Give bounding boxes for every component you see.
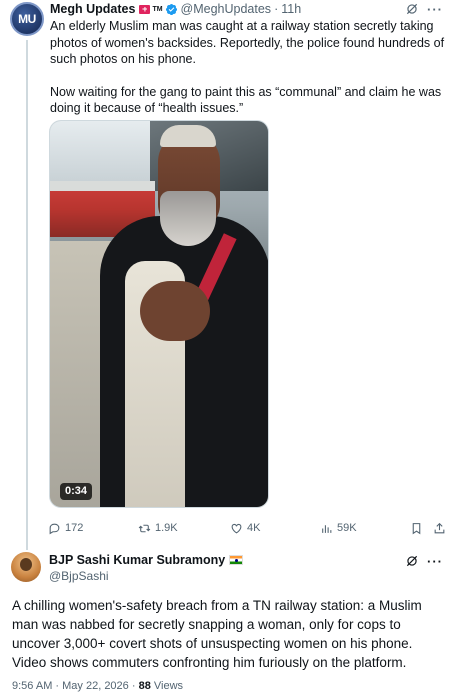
thread-line [26,40,28,550]
grok-icon[interactable] [405,2,419,16]
video-frame-person-cap [160,125,216,147]
share-button[interactable] [433,520,446,536]
repost-icon [138,524,151,532]
views-label: Views [150,680,184,692]
bookmark-icon [412,522,421,534]
author-name[interactable]: Megh Updates [50,2,135,16]
parent-post-action-bar: 172 1.9K 4K 59K [48,520,450,536]
parent-post-header: Megh Updates TM @MeghUpdates · 11h [50,1,301,17]
more-icon[interactable]: ··· [427,2,443,17]
like-count: 4K [247,522,261,534]
separator-dot: · [274,2,279,16]
parent-post-top-actions: ··· [405,0,443,18]
post-time[interactable]: 11h [281,2,301,16]
red-cross-emoji-icon [139,4,151,14]
views-count: 88 [138,680,151,692]
parent-post-paragraph-2: Now waiting for the gang to paint this a… [50,84,442,116]
like-icon [231,523,242,533]
avatar-megh-updates[interactable]: MU [10,2,44,36]
main-post-text: A chilling women's-safety breach from a … [12,598,422,670]
share-icon [434,522,445,533]
author-handle[interactable]: @MeghUpdates [181,2,272,16]
reply-button[interactable]: 172 [48,520,83,536]
post-metadata: 9:56 AM · May 22, 2026 · 88 Views [12,680,183,692]
author-handle[interactable]: @BjpSashi [49,569,109,583]
tm-badge: TM [152,5,163,13]
parent-post[interactable]: MU Megh Updates TM @MeghUpdates · 11h ··… [0,0,457,550]
verified-badge-icon [165,3,177,15]
avatar-initials: MU [18,12,36,26]
grok-icon[interactable] [405,554,419,568]
video-frame-person-beard [160,191,216,246]
bookmark-button[interactable] [410,520,423,536]
more-icon[interactable]: ··· [427,554,443,569]
like-button[interactable]: 4K [230,520,260,536]
main-post-top-actions: ··· [405,552,443,570]
video-frame-sky [50,121,160,181]
main-post-author: BJP Sashi Kumar Subramony [49,553,244,567]
repost-button[interactable]: 1.9K [138,520,178,536]
reply-count: 172 [65,522,84,534]
views-count: 59K [337,522,357,534]
video-player[interactable]: 0:34 [49,120,269,508]
video-frame-hands [140,281,210,341]
post-timestamp[interactable]: 9:56 AM · May 22, 2026 · [12,680,139,692]
parent-post-paragraph-1: An elderly Muslim man was caught at a ra… [50,19,445,66]
video-duration-badge: 0:34 [60,483,93,500]
author-name[interactable]: BJP Sashi Kumar Subramony [49,553,225,567]
reply-icon [49,523,60,534]
avatar-bjp-sashi[interactable] [11,552,41,582]
parent-post-text: An elderly Muslim man was caught at a ra… [50,18,445,117]
views-button[interactable]: 59K [320,520,357,536]
repost-count: 1.9K [155,522,178,534]
india-flag-icon [229,555,244,565]
views-icon [322,524,332,533]
